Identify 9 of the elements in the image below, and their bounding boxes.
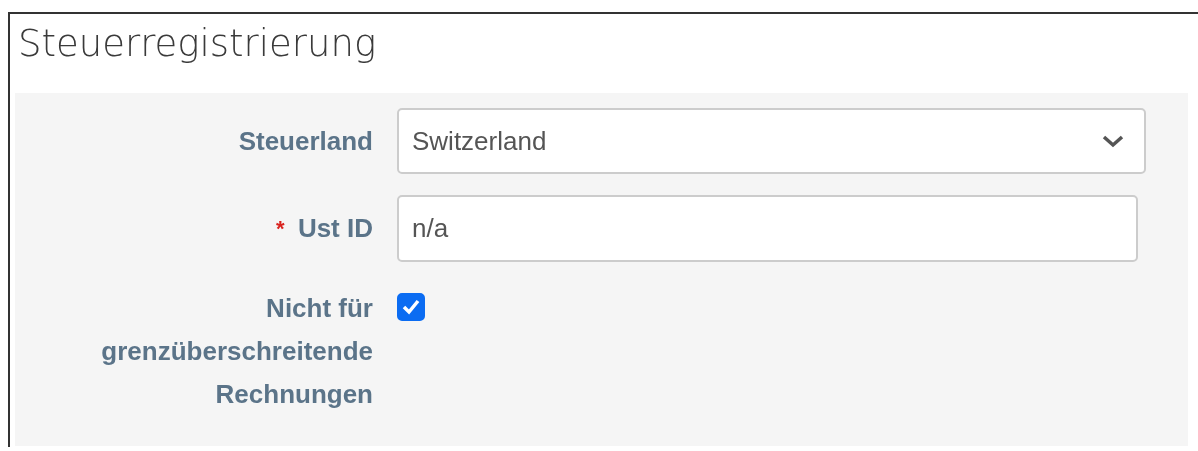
- required-mark: *: [276, 216, 285, 241]
- checkbox[interactable]: [397, 293, 425, 321]
- field-label: Nicht für grenzüberschreitende Rechnungen: [101, 293, 373, 409]
- chevron-down-icon: [1102, 134, 1124, 148]
- field-label: Steuerland: [238, 125, 373, 156]
- country-select[interactable]: Switzerland: [397, 108, 1146, 174]
- vat-id-field[interactable]: n/a: [397, 195, 1138, 262]
- section-title: Steuerregistrierung: [17, 21, 378, 67]
- field-label: Ust ID: [297, 213, 373, 243]
